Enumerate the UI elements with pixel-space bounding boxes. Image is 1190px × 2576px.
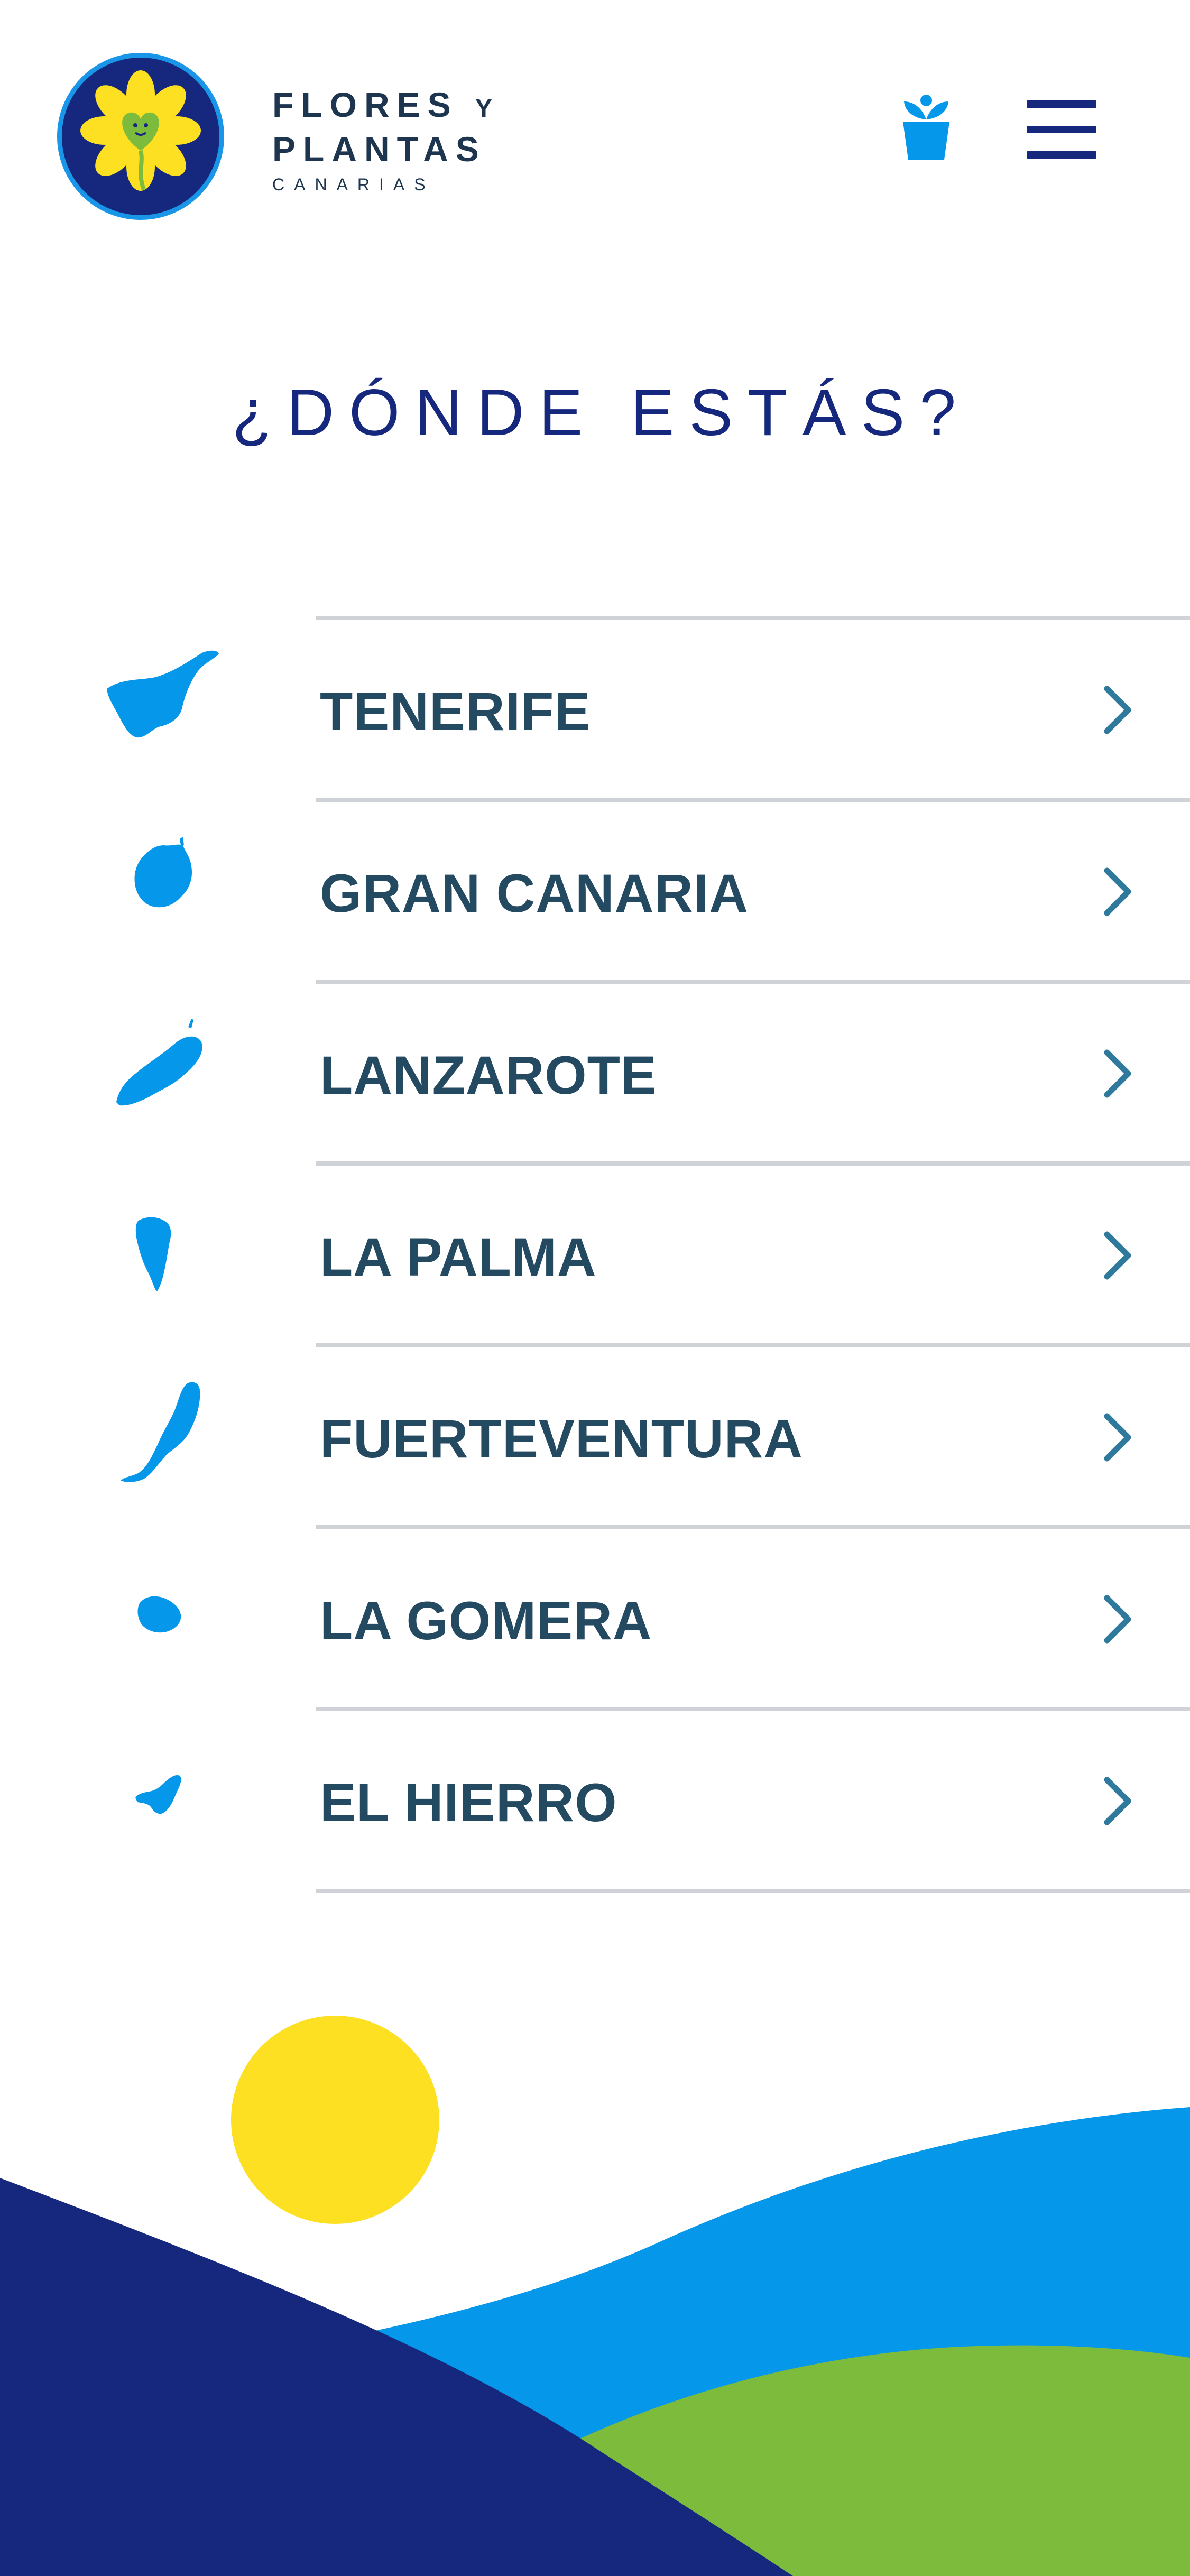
lanzarote-silhouette-icon [116,1019,202,1106]
island-item-el-hierro[interactable]: EL HIERRO [0,1707,1190,1893]
divider [316,1707,1190,1711]
gran-canaria-silhouette-icon [134,837,192,908]
chevron-right-icon [1104,1049,1131,1098]
island-label: FUERTEVENTURA [320,1409,804,1469]
page-title: ¿DÓNDE ESTÁS? [232,376,971,449]
island-item-gran-canaria[interactable]: GRAN CANARIA [0,798,1190,980]
chevron-right-icon [1104,1595,1131,1644]
island-label: LANZAROTE [320,1045,657,1105]
chevron-right-icon [1104,686,1131,734]
brand-line-2: PLANTAS [272,130,486,169]
sun-shape [231,2016,439,2224]
brand-line-1: FLORES Y [272,85,496,124]
la-palma-silhouette-icon [135,1217,171,1291]
header: FLORES Y PLANTAS CANARIAS [0,0,1190,222]
divider [316,616,1190,620]
la-gomera-silhouette-icon [137,1596,181,1633]
island-list: TENERIFE GRAN CANARIA LANZAROTE LA PALMA [0,616,1190,1893]
island-label: LA GOMERA [320,1591,652,1651]
fuerteventura-silhouette-icon [121,1382,200,1482]
divider [316,1525,1190,1529]
island-item-tenerife[interactable]: TENERIFE [0,616,1190,798]
island-item-la-gomera[interactable]: LA GOMERA [0,1525,1190,1707]
divider [316,1161,1190,1166]
el-hierro-silhouette-icon [135,1775,181,1814]
island-item-fuerteventura[interactable]: FUERTEVENTURA [0,1343,1190,1525]
island-item-la-palma[interactable]: LA PALMA [0,1161,1190,1343]
island-item-lanzarote[interactable]: LANZAROTE [0,980,1190,1161]
tenerife-silhouette-icon [107,650,219,738]
flower-pot-icon[interactable] [899,94,954,161]
hamburger-menu-icon[interactable] [1027,98,1096,161]
brand-logo[interactable] [57,53,224,220]
chevron-right-icon [1104,1777,1131,1825]
island-label: EL HIERRO [320,1772,617,1833]
flower-logo-icon [80,70,201,191]
island-label: LA PALMA [320,1227,597,1287]
divider [316,980,1190,984]
divider [316,1343,1190,1347]
chevron-right-icon [1104,1231,1131,1280]
island-label: GRAN CANARIA [320,863,749,924]
chevron-right-icon [1104,1413,1131,1462]
island-label: TENERIFE [320,681,591,742]
brand-line-3: CANARIAS [272,175,435,194]
brand-wordmark[interactable]: FLORES Y PLANTAS CANARIAS [272,85,495,198]
landscape-illustration [0,2016,1190,2576]
divider [316,798,1190,802]
chevron-right-icon [1104,867,1131,916]
divider [316,1889,1190,1893]
